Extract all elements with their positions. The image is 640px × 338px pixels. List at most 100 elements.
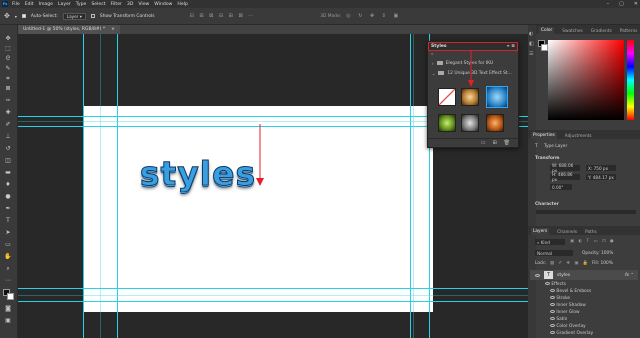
- effect-row[interactable]: Satin: [550, 317, 567, 322]
- move-tool-icon[interactable]: ✥: [4, 35, 12, 42]
- eye-icon[interactable]: [545, 282, 550, 285]
- tool-preset-chevron-icon[interactable]: ▾: [15, 14, 17, 19]
- character-section-title[interactable]: Character: [535, 202, 559, 207]
- tab-color[interactable]: Color: [539, 27, 555, 34]
- screen-mode-icon[interactable]: ▣: [4, 317, 12, 324]
- effect-row[interactable]: Stroke: [550, 296, 570, 301]
- height-field[interactable]: H: 486.86 px: [550, 172, 580, 182]
- menu-filter[interactable]: Filter: [111, 2, 122, 7]
- tab-patterns[interactable]: Patterns: [620, 29, 638, 34]
- auto-select-dropdown[interactable]: Layer ▾: [62, 12, 86, 20]
- type-tool-icon[interactable]: T: [4, 217, 12, 224]
- effect-row[interactable]: Inner Shadow: [550, 303, 586, 308]
- effect-row[interactable]: Color Overlay: [550, 324, 586, 329]
- auto-select-checkbox[interactable]: [21, 14, 26, 18]
- chevron-right-icon[interactable]: ›: [432, 61, 434, 66]
- history-brush-icon[interactable]: ↺: [4, 145, 12, 152]
- hand-tool-icon[interactable]: ✋: [4, 253, 12, 260]
- guide-horizontal[interactable]: [18, 288, 528, 289]
- lasso-tool-icon[interactable]: ᘓ: [4, 55, 12, 62]
- maximize-icon[interactable]: ▢: [619, 1, 624, 7]
- close-tab-icon[interactable]: ×: [111, 27, 115, 32]
- search-icon[interactable]: ⌕: [431, 51, 433, 56]
- style-thumbnail-none[interactable]: [438, 88, 456, 106]
- chevron-down-icon[interactable]: ⌄: [432, 71, 435, 76]
- blend-mode-dropdown[interactable]: Normal: [535, 250, 573, 256]
- show-transform-checkbox[interactable]: [90, 14, 95, 18]
- path-select-tool-icon[interactable]: ➤: [4, 229, 12, 236]
- tab-layers[interactable]: Layers: [531, 228, 550, 235]
- panel-shortcut-icons[interactable]: ◐ ◧ ☰: [528, 25, 536, 63]
- eraser-tool-icon[interactable]: ◫: [4, 157, 12, 164]
- marquee-tool-icon[interactable]: ⬚: [4, 45, 12, 52]
- healing-tool-icon[interactable]: ✚: [4, 109, 12, 116]
- panel-menu-icon[interactable]: » ≡: [507, 44, 515, 49]
- tab-paths[interactable]: Paths: [585, 230, 597, 235]
- frame-tool-icon[interactable]: ⊠: [4, 85, 12, 92]
- fill-control[interactable]: Fill: 100%: [592, 261, 613, 266]
- eye-icon[interactable]: [550, 331, 555, 334]
- character-scrollbar[interactable]: [536, 210, 636, 214]
- tab-channels[interactable]: Channels: [557, 230, 577, 235]
- style-thumbnail[interactable]: [461, 88, 479, 106]
- close-icon[interactable]: ✕: [634, 1, 638, 7]
- crop-tool-icon[interactable]: ⌗: [4, 75, 12, 82]
- menu-window[interactable]: Window: [154, 2, 172, 7]
- zoom-tool-icon[interactable]: ⌕: [4, 265, 12, 272]
- tab-properties[interactable]: Properties: [531, 132, 557, 139]
- width-field[interactable]: W: 688.06 px: [550, 163, 580, 173]
- x-field[interactable]: X: 750 px: [586, 165, 616, 171]
- y-field[interactable]: Y: 484.17 px: [586, 174, 616, 180]
- style-thumbnail[interactable]: [438, 114, 456, 132]
- blur-tool-icon[interactable]: ♦: [4, 181, 12, 188]
- align-icons[interactable]: ⊟ ⊞ ⊠ ⊟ ⊞ ⊠ ⋯: [190, 13, 256, 19]
- background-color-swatch[interactable]: [7, 293, 14, 300]
- eye-icon[interactable]: [550, 317, 555, 320]
- dodge-tool-icon[interactable]: ●: [4, 193, 12, 200]
- effect-row[interactable]: Bevel & Emboss: [550, 289, 591, 294]
- effect-row[interactable]: Inner Glow: [550, 310, 580, 315]
- eye-icon[interactable]: [550, 310, 555, 313]
- angle-field[interactable]: 0.00°: [550, 184, 572, 190]
- menu-edit[interactable]: Edit: [25, 2, 34, 7]
- eye-icon[interactable]: [535, 273, 540, 277]
- eye-icon[interactable]: [550, 296, 555, 299]
- eyedropper-tool-icon[interactable]: ✑: [4, 97, 12, 104]
- menu-help[interactable]: Help: [177, 2, 187, 7]
- style-thumbnail[interactable]: [461, 114, 479, 132]
- menu-layer[interactable]: Layer: [58, 2, 71, 7]
- menu-3d[interactable]: 3D: [127, 2, 133, 7]
- eye-icon[interactable]: [550, 303, 555, 306]
- guide-vertical[interactable]: [410, 34, 411, 338]
- tab-gradients[interactable]: Gradients: [591, 29, 612, 34]
- transform-section-title[interactable]: Transform: [535, 156, 560, 161]
- new-group-icon[interactable]: ▭: [481, 140, 486, 146]
- 3d-mode-icons[interactable]: ◎ ↻ ✥ ⇕ ▣: [346, 13, 401, 19]
- style-thumbnail[interactable]: [486, 114, 504, 132]
- menu-image[interactable]: Image: [39, 2, 53, 7]
- move-tool-icon[interactable]: ✥: [4, 12, 10, 20]
- effects-row[interactable]: Effects: [545, 282, 566, 287]
- delete-icon[interactable]: 🗑: [504, 140, 510, 146]
- layer-row-styles[interactable]: T styles fx ⌃: [530, 270, 638, 280]
- brush-tool-icon[interactable]: ✐: [4, 121, 12, 128]
- new-style-icon[interactable]: ⊞: [492, 140, 496, 146]
- menu-select[interactable]: Select: [91, 2, 105, 7]
- guide-horizontal[interactable]: [18, 301, 528, 302]
- menu-file[interactable]: File: [12, 2, 20, 7]
- layer-filter-icons[interactable]: ▣ ◐ T ▭ ⊡ ●: [570, 239, 615, 244]
- shape-tool-icon[interactable]: ▭: [4, 241, 12, 248]
- style-thumbnail-selected[interactable]: [486, 86, 508, 108]
- opacity-control[interactable]: Opacity: 100%: [582, 251, 613, 256]
- hue-slider[interactable]: [627, 40, 634, 120]
- effect-row[interactable]: Gradient Overlay: [550, 331, 593, 336]
- guide-vertical[interactable]: [83, 34, 84, 338]
- document-tab[interactable]: Untitled-1 @ 50% (styles, RGB/8#) * ×: [18, 25, 120, 34]
- pen-tool-icon[interactable]: ✒: [4, 205, 12, 212]
- more-tools-icon[interactable]: ⋯: [4, 277, 12, 284]
- eye-icon[interactable]: [550, 324, 555, 327]
- lock-icons[interactable]: ▦ ✐ ✥ ▣ 🔒: [550, 261, 590, 266]
- quick-select-tool-icon[interactable]: ✎: [4, 65, 12, 72]
- tab-swatches[interactable]: Swatches: [562, 29, 583, 34]
- eye-icon[interactable]: [550, 289, 555, 292]
